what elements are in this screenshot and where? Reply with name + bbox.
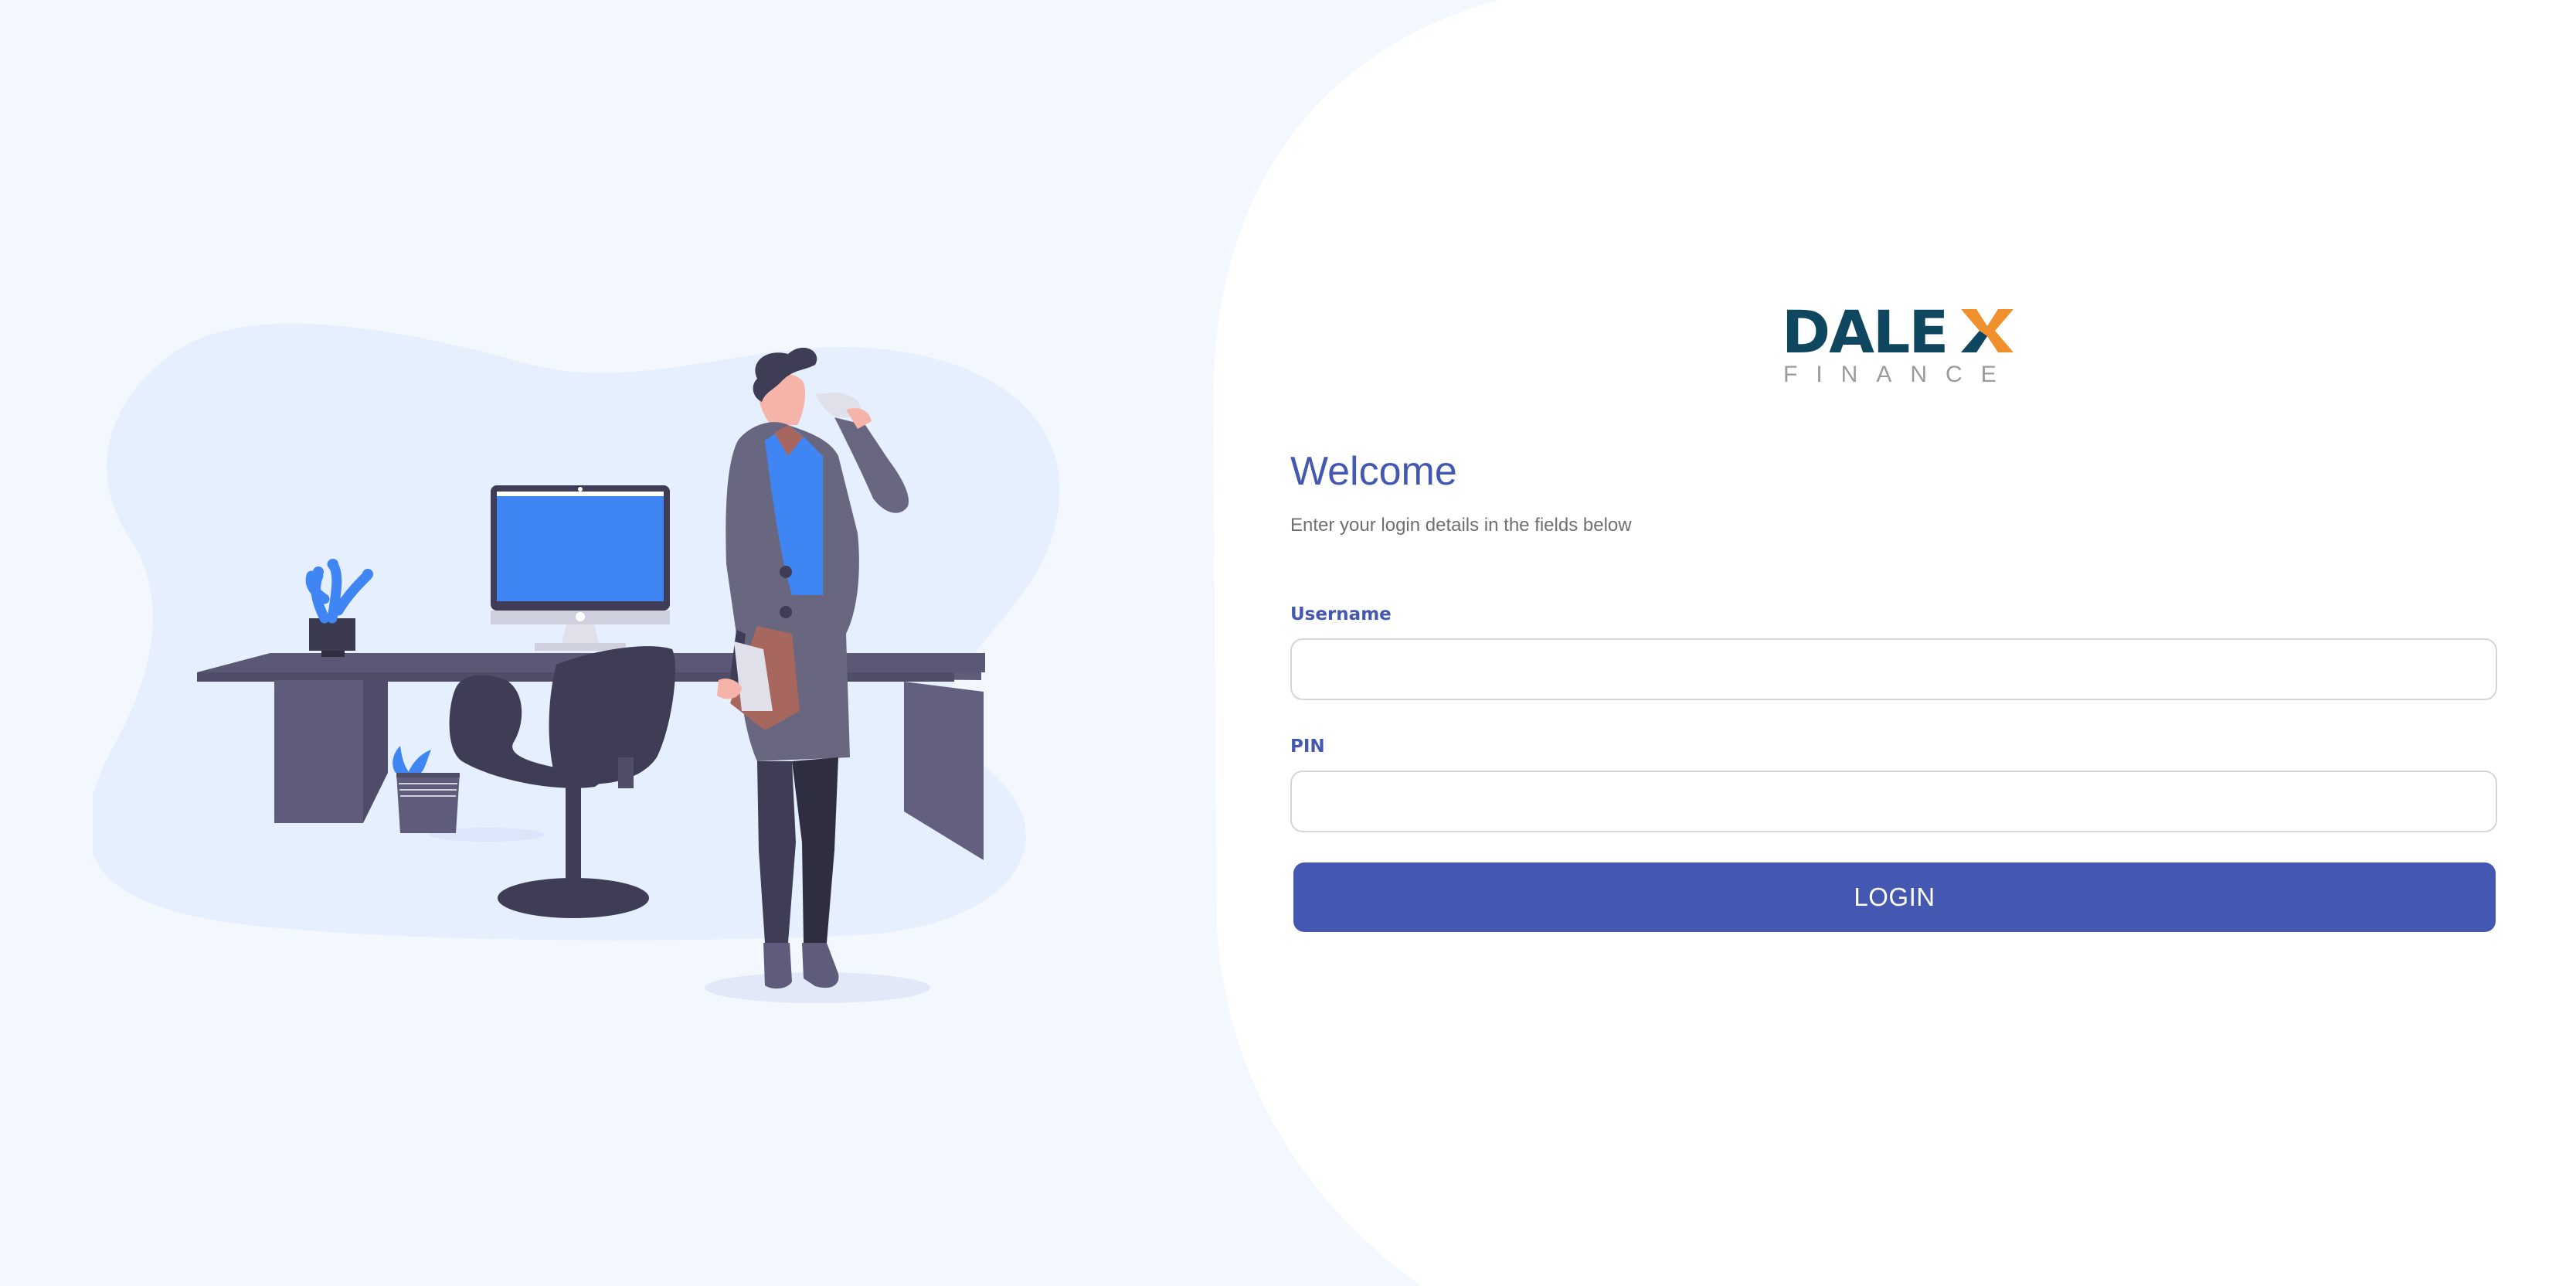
login-page: DALE FINANCE Welcome Enter your login de… xyxy=(0,0,2576,1286)
dalex-finance-logo: DALE FINANCE xyxy=(1782,301,2014,386)
login-button[interactable]: LOGIN xyxy=(1293,862,2496,932)
username-input[interactable] xyxy=(1290,638,2497,700)
login-subtitle: Enter your login details in the fields b… xyxy=(1290,515,1632,536)
logo-brand-text: DALE xyxy=(1782,301,1947,366)
logo-tagline-text: FINANCE xyxy=(1783,362,2014,386)
login-panel: DALE FINANCE Welcome Enter your login de… xyxy=(1283,0,2519,1286)
pin-label: PIN xyxy=(1290,737,1325,757)
pin-input[interactable] xyxy=(1290,771,2497,832)
office-illustration xyxy=(93,323,1060,1003)
welcome-title: Welcome xyxy=(1290,449,1457,494)
username-label: Username xyxy=(1290,604,1392,624)
